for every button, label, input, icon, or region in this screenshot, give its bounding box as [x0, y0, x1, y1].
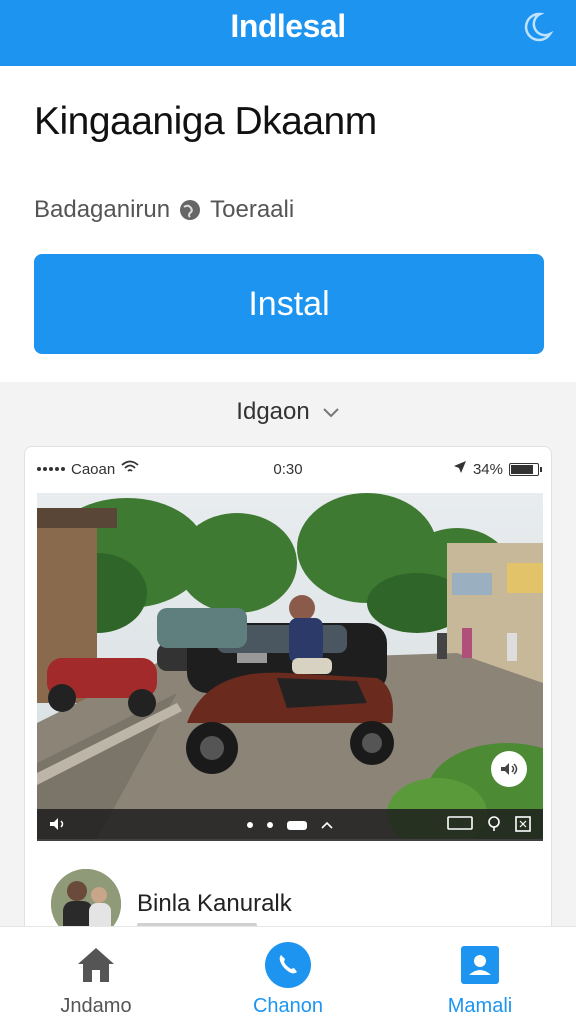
globe-icon: [178, 198, 202, 222]
battery-percent: 34%: [472, 460, 503, 478]
contact-icon: [456, 941, 504, 989]
nav-item-calls[interactable]: Chanon: [192, 927, 384, 1024]
section-title: Idgaon: [236, 398, 310, 425]
sound-icon[interactable]: [491, 751, 527, 787]
preview-statusbar: Caoan 0:30 34%: [37, 455, 542, 483]
install-button[interactable]: Instal: [34, 254, 544, 354]
signal-icon: [37, 467, 65, 471]
nav-item-home[interactable]: Jndamo: [0, 927, 192, 1024]
media-controls: [37, 809, 543, 841]
home-icon: [72, 941, 120, 989]
chevron-down-icon: [322, 398, 340, 426]
bottom-navigation: Jndamo Chanon Mamali: [0, 926, 576, 1024]
screenshot-card[interactable]: Caoan 0:30 34% Binla Kanuralk: [24, 446, 552, 946]
app-name: Kingaaniga Dkaanm: [34, 100, 377, 143]
category-label: Toeraali: [210, 196, 295, 223]
nav-label-calls: Chanon: [252, 995, 324, 1017]
screenshot-photo: [37, 493, 543, 839]
section-header[interactable]: Idgaon: [0, 398, 576, 426]
reviewer-name: Binla Kanuralk: [137, 890, 292, 917]
app-store-page: Indlesal Kingaaniga Dkaanm Badaganirun T…: [0, 0, 576, 1024]
carrier-label: Caoan: [71, 460, 116, 478]
nav-item-contacts[interactable]: Mamali: [384, 927, 576, 1024]
top-app-bar: Indlesal: [0, 0, 576, 66]
page-indicator: [37, 820, 543, 830]
nav-label-contacts: Mamali: [447, 995, 513, 1017]
app-bar-title: Indlesal: [230, 8, 346, 44]
developer-label[interactable]: Badaganirun: [34, 196, 170, 224]
phone-icon: [264, 941, 312, 989]
location-icon: [453, 460, 467, 478]
moon-icon[interactable]: [520, 10, 554, 44]
wifi-icon: [121, 460, 139, 478]
nav-label-home: Jndamo: [60, 995, 132, 1017]
app-meta: Badaganirun Toeraali: [34, 196, 294, 224]
battery-icon: [509, 462, 542, 476]
